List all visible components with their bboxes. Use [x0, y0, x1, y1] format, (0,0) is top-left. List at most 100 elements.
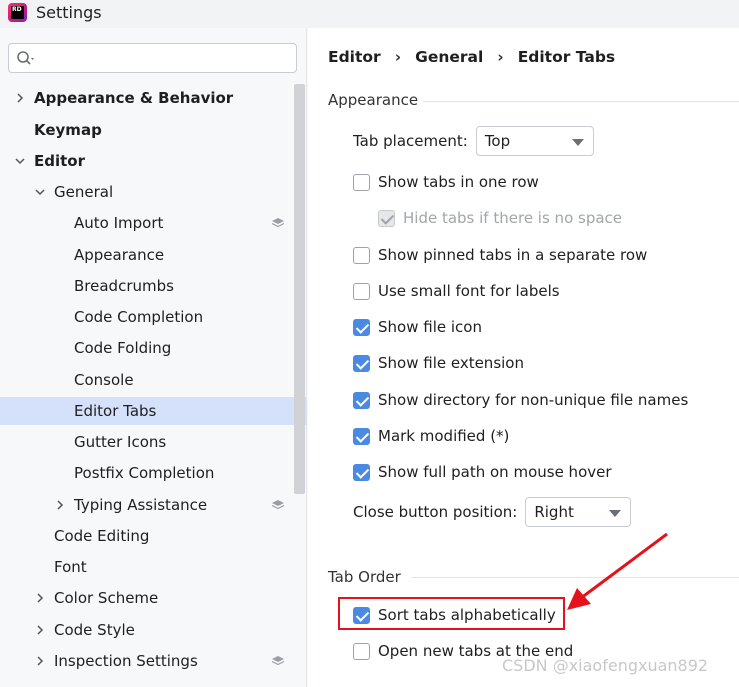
tree-item-postfix-completion[interactable]: Postfix Completion — [0, 459, 294, 487]
tree-item-keymap[interactable]: Keymap — [0, 116, 294, 144]
search-input[interactable] — [8, 43, 297, 73]
tree-label: Code Style — [54, 621, 135, 639]
option-label: Show directory for non-unique file names — [378, 391, 689, 409]
tree-item-code-editing[interactable]: Code Editing — [0, 522, 294, 550]
chevron-right-icon[interactable] — [14, 92, 26, 104]
chevron-down-icon[interactable] — [34, 186, 46, 198]
option-show-full-path[interactable]: Show full path on mouse hover — [353, 459, 612, 485]
rider-app-icon: RD — [8, 3, 27, 22]
breadcrumb-separator: › — [497, 48, 504, 66]
checkbox-checked[interactable] — [353, 463, 370, 481]
tree-item-appearance[interactable]: Appearance — [0, 241, 294, 269]
search-icon — [17, 51, 34, 65]
tree-item-code-style[interactable]: Code Style — [0, 616, 294, 644]
tree-label: Gutter Icons — [74, 433, 167, 451]
tree-label: Code Editing — [54, 527, 150, 545]
chevron-right-icon[interactable] — [34, 624, 46, 636]
tree-label: Keymap — [34, 121, 102, 139]
chevron-right-icon[interactable] — [34, 655, 46, 667]
tree-label: Postfix Completion — [74, 464, 215, 482]
window-title: Settings — [36, 3, 102, 22]
option-label: Show full path on mouse hover — [378, 463, 612, 481]
breadcrumb-general[interactable]: General — [415, 48, 483, 66]
breadcrumb: Editor › General › Editor Tabs — [328, 48, 615, 66]
checkbox-disabled — [378, 209, 395, 227]
option-show-pinned-separate[interactable]: Show pinned tabs in a separate row — [353, 242, 647, 268]
tree-label: Editor Tabs — [74, 402, 157, 420]
option-use-small-font[interactable]: Use small font for labels — [353, 278, 560, 304]
option-show-directory[interactable]: Show directory for non-unique file names — [353, 387, 688, 413]
checkbox[interactable] — [353, 173, 370, 191]
tree-item-gutter-icons[interactable]: Gutter Icons — [0, 428, 294, 456]
tab-placement-label: Tab placement: — [353, 132, 468, 150]
tab-placement-value: Top — [484, 132, 511, 150]
close-button-select[interactable]: Right — [525, 497, 632, 527]
settings-content-panel: Editor › General › Editor Tabs Appearanc… — [308, 28, 739, 687]
tree-item-breadcrumbs[interactable]: Breadcrumbs — [0, 272, 294, 300]
chevron-right-icon[interactable] — [54, 499, 66, 511]
option-show-file-icon[interactable]: Show file icon — [353, 314, 482, 340]
tree-item-code-completion[interactable]: Code Completion — [0, 303, 294, 331]
tree-item-typing-assistance[interactable]: Typing Assistance — [0, 491, 294, 519]
option-label: Use small font for labels — [378, 282, 560, 300]
option-show-tabs-one-row[interactable]: Show tabs in one row — [353, 169, 539, 195]
layers-icon — [272, 500, 284, 510]
tree-label: Color Scheme — [54, 589, 159, 607]
tree-item-inspection-settings[interactable]: Inspection Settings — [0, 647, 294, 675]
tree-label: Typing Assistance — [74, 496, 208, 514]
chevron-down-icon[interactable] — [14, 155, 26, 167]
tab-order-section-title: Tab Order — [328, 568, 401, 586]
option-label: Show pinned tabs in a separate row — [378, 246, 648, 264]
checkbox[interactable] — [353, 642, 370, 660]
option-hide-tabs-no-space: Hide tabs if there is no space — [378, 205, 622, 231]
app-icon-text: RD — [11, 6, 24, 19]
close-button-row: Close button position: Right — [353, 497, 632, 527]
settings-tree-panel: Appearance & Behavior Keymap Editor Gene… — [0, 28, 307, 687]
breadcrumb-editor-tabs: Editor Tabs — [517, 48, 616, 66]
layers-icon — [272, 656, 284, 666]
tab-placement-select[interactable]: Top — [475, 126, 594, 156]
chevron-right-icon[interactable] — [34, 592, 46, 604]
tree-item-code-folding[interactable]: Code Folding — [0, 334, 294, 362]
dropdown-arrow-icon — [571, 139, 584, 146]
option-mark-modified[interactable]: Mark modified (*) — [353, 423, 509, 449]
tree-label: General — [54, 183, 114, 201]
checkbox[interactable] — [353, 282, 370, 300]
tree-label: Inspection Settings — [54, 652, 198, 670]
option-label: Mark modified (*) — [378, 427, 510, 445]
tree-item-editor-tabs[interactable]: Editor Tabs — [0, 397, 307, 425]
appearance-section-title: Appearance — [328, 91, 419, 109]
close-button-value: Right — [534, 503, 574, 521]
tree-label: Appearance & Behavior — [34, 89, 234, 107]
option-label: Show file icon — [378, 318, 482, 336]
dropdown-arrow-icon — [609, 510, 622, 517]
checkbox[interactable] — [353, 246, 370, 264]
tree-item-auto-import[interactable]: Auto Import — [0, 209, 294, 237]
tree-label: Auto Import — [74, 214, 164, 232]
section-divider — [423, 101, 739, 102]
breadcrumb-editor[interactable]: Editor — [328, 48, 381, 66]
close-button-label: Close button position: — [353, 503, 518, 521]
option-label: Show tabs in one row — [378, 173, 539, 191]
tree-item-general[interactable]: General — [0, 178, 294, 206]
checkbox-checked[interactable] — [353, 427, 370, 445]
option-show-file-extension[interactable]: Show file extension — [353, 350, 524, 376]
title-bar: RD Settings — [0, 0, 739, 28]
checkbox-checked[interactable] — [353, 391, 370, 409]
annotation-arrow-icon — [567, 532, 668, 610]
tree-label: Code Folding — [74, 339, 172, 357]
checkbox-checked[interactable] — [353, 318, 370, 336]
tree-item-appearance-behavior[interactable]: Appearance & Behavior — [0, 84, 294, 112]
tree-item-console[interactable]: Console — [0, 366, 294, 394]
tree-scrollbar[interactable] — [294, 84, 305, 494]
annotation-highlight-box — [338, 597, 565, 630]
tree-item-editor[interactable]: Editor — [0, 147, 294, 175]
watermark-text: CSDN @xiaofengxuan892 — [502, 656, 709, 675]
tree-label: Editor — [34, 152, 85, 170]
tree-label: Console — [74, 371, 134, 389]
checkbox-checked[interactable] — [353, 354, 370, 372]
tree-item-font[interactable]: Font — [0, 553, 294, 581]
layers-icon — [272, 218, 284, 228]
tree-item-color-scheme[interactable]: Color Scheme — [0, 584, 294, 612]
tree-label: Appearance — [74, 246, 165, 264]
